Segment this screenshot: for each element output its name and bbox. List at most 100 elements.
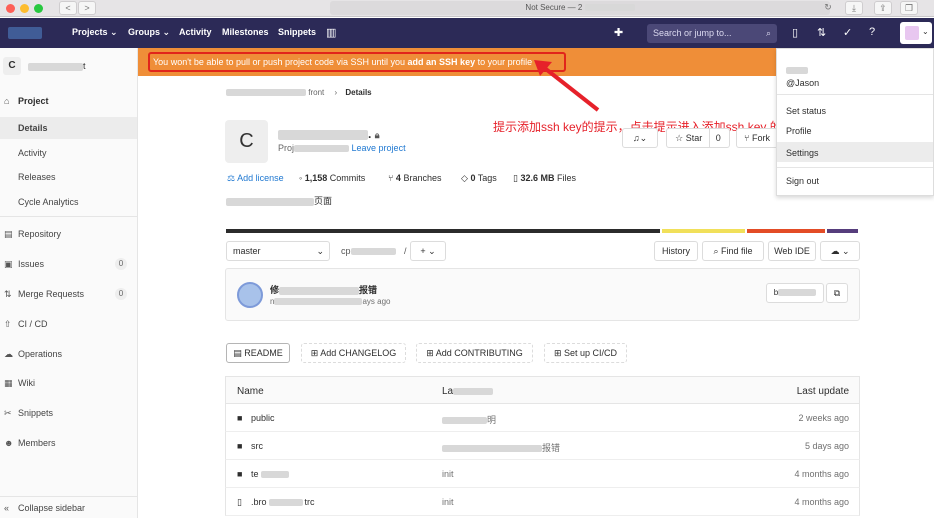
add-ssh-key-link[interactable]: add an SSH key [408,57,476,67]
menu-profile[interactable]: Profile [786,126,812,136]
sidebar-project-name[interactable]: t [28,61,86,71]
last-commit-message[interactable]: 报错 [442,441,560,454]
search-input[interactable]: Search or jump to... ⌕ [647,24,777,43]
table-row[interactable]: ■ te init 4 months ago [225,460,860,488]
sidebar-item-repository[interactable]: ▤ Repository [0,223,137,245]
add-file-dropdown[interactable]: + ⌄ [410,241,446,261]
back-button[interactable]: < [59,1,77,15]
collapse-sidebar-button[interactable]: « Collapse sidebar [0,496,137,518]
table-row[interactable]: ■ src 报错 5 days ago [225,432,860,460]
setup-ci-cd-button[interactable]: ⊞ Set up CI/CD [544,343,627,363]
file-table-header: Name La Last update [225,376,860,404]
file-name-redacted [260,471,289,479]
last-commit-message[interactable]: init [442,497,454,507]
web-ide-button[interactable]: Web IDE [768,241,816,261]
new-dropdown-icon[interactable]: ✚ [614,26,623,39]
language-bar-segment[interactable] [662,229,745,233]
commits-stat[interactable]: ◦ 1,158 Commits [299,173,365,183]
sidebar-item-project[interactable]: ⌂ Project [0,90,137,112]
minimize-window-icon[interactable] [20,4,29,13]
last-commit-panel: 修报错 n ays ago b ⧉ [225,268,860,321]
history-button[interactable]: History [654,241,698,261]
add-license-link[interactable]: ⚖ Add license [227,173,284,184]
commit-message[interactable]: 修报错 [270,283,377,296]
sidebar-item-merge-requests[interactable]: ⇅ Merge Requests 0 [0,283,137,305]
language-bar-segment[interactable] [747,229,825,233]
sidebar-item-ci-cd[interactable]: ⇧ CI / CD [0,313,137,335]
readme-button[interactable]: ▤ README [226,343,290,363]
table-row[interactable]: ■ public 明 2 weeks ago [225,404,860,432]
download-icon[interactable]: ⤓ [845,1,863,15]
sha-redacted [778,289,817,297]
commit-icon: ◦ [299,173,303,183]
sidebar-item-wiki[interactable]: ▦ Wiki [0,372,137,394]
leave-project-link[interactable]: Leave project [352,143,406,153]
share-icon[interactable]: ⇪ [874,1,892,15]
issues-check-icon[interactable]: ✓ [843,26,852,39]
menu-settings[interactable]: Settings [786,148,819,158]
sidebar-item-members[interactable]: ☻ Members [0,432,137,454]
tabs-icon[interactable]: ❐ [900,1,918,15]
copy-sha-icon[interactable]: ⧉ [826,283,848,303]
file-name[interactable]: .bro trc [251,497,315,507]
display-name-redacted [786,66,808,74]
last-commit-message[interactable]: 明 [442,413,496,426]
user-dropdown-menu: @Jason Set status Profile Settings Sign … [776,48,934,196]
nav-activity[interactable]: Activity [179,27,212,37]
forward-button[interactable]: > [78,1,96,15]
breadcrumb-part[interactable]: front [308,88,324,97]
chart-icon[interactable]: ▥ [326,26,336,39]
ssh-warning-highlight[interactable]: You won't be able to pull or push projec… [148,52,566,72]
file-name[interactable]: te [251,469,289,479]
project-title-redacted [278,129,368,140]
fork-icon: ⑂ [744,133,750,143]
double-chevron-left-icon: « [4,503,10,513]
language-bar-segment[interactable] [226,229,660,233]
files-stat[interactable]: ▯ 32.6 MB Files [513,173,576,184]
help-icon[interactable]: ? [869,26,875,38]
language-bar-segment[interactable] [827,229,858,233]
gitlab-logo[interactable] [8,27,42,39]
nav-projects[interactable]: Projects ⌄ [72,27,118,38]
sidebar-item-snippets[interactable]: ✂ Snippets [0,402,137,424]
todo-icon[interactable]: ▯ [792,26,798,39]
file-name[interactable]: src [251,441,263,451]
file-name[interactable]: public [251,413,275,423]
find-file-button[interactable]: ⌕ Find file [702,241,764,261]
sidebar-item-issues[interactable]: ▣ Issues 0 [0,253,137,275]
maximize-window-icon[interactable] [34,4,43,13]
sidebar-sub-details[interactable]: Details [0,117,137,139]
commit-sha-button[interactable]: b [766,283,824,303]
address-bar[interactable]: Not Secure — 2 [330,1,830,15]
star-button[interactable]: ☆ Star 0 [666,128,730,148]
user-avatar-button[interactable]: ⌄ [900,22,932,44]
branch-selector[interactable]: master ⌄ [226,241,330,261]
cloud-download-icon: ☁ [830,246,840,256]
sidebar-sub-cycle-analytics[interactable]: Cycle Analytics [0,191,137,213]
clone-dropdown[interactable]: ☁ ⌄ [820,241,860,261]
menu-set-status[interactable]: Set status [786,106,826,116]
add-changelog-button[interactable]: ⊞ Add CHANGELOG [301,343,406,363]
url-text: Not Secure — 2 [525,3,583,12]
notification-button[interactable]: ♫⌄ [622,128,658,148]
nav-snippets[interactable]: Snippets [278,27,316,37]
users-icon: ☻ [4,438,14,448]
reload-icon[interactable]: ↻ [820,1,836,15]
menu-sign-out[interactable]: Sign out [786,176,819,186]
nav-milestones[interactable]: Milestones [222,27,269,37]
nav-groups[interactable]: Groups ⌄ [128,27,170,38]
committer-avatar[interactable] [237,282,263,308]
add-contributing-button[interactable]: ⊞ Add CONTRIBUTING [416,343,533,363]
branch-icon: ⑂ [388,173,394,183]
project-avatar[interactable]: C [3,57,21,75]
tags-stat[interactable]: ◇ 0 Tags [461,173,497,184]
table-row[interactable]: ▯ .bro trc init 4 months ago [225,488,860,516]
fork-button[interactable]: ⑂ Fork [736,128,778,148]
branches-stat[interactable]: ⑂ 4 Branches [388,173,441,183]
last-commit-message[interactable]: init [442,469,454,479]
close-window-icon[interactable] [6,4,15,13]
sidebar-sub-activity[interactable]: Activity [0,142,137,164]
merge-requests-icon[interactable]: ⇅ [817,26,826,39]
sidebar-item-operations[interactable]: ☁ Operations [0,343,137,365]
sidebar-sub-releases[interactable]: Releases [0,166,137,188]
